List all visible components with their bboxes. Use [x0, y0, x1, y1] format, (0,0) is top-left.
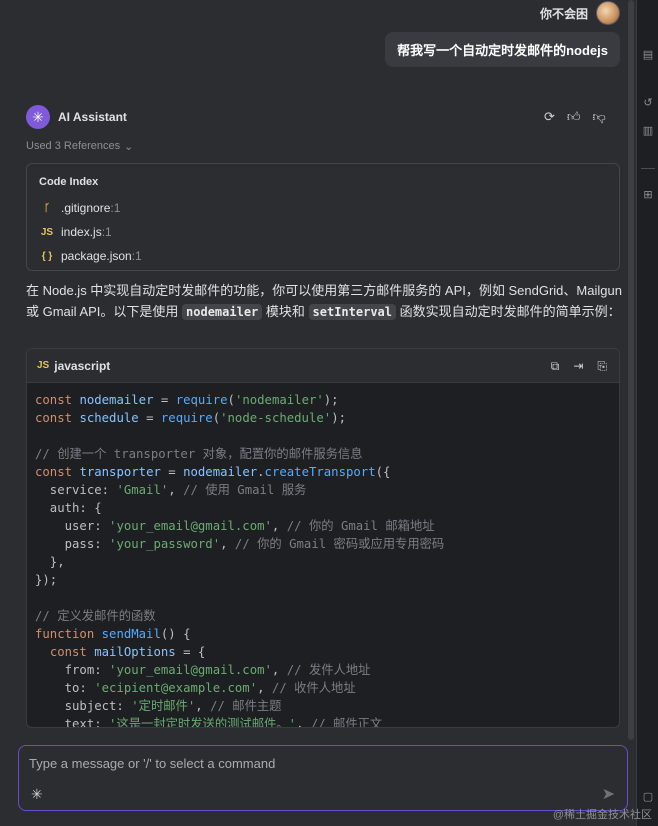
insert-icon[interactable]: ⇥: [573, 358, 583, 374]
copy-icon[interactable]: ⧉: [551, 358, 560, 374]
message-input-box[interactable]: Type a message or '/' to select a comman…: [18, 745, 628, 811]
references-toggle[interactable]: Used 3 References ⌄: [26, 139, 133, 153]
tool-window-icon[interactable]: ⊞: [641, 188, 655, 202]
send-icon[interactable]: ➤: [602, 784, 615, 804]
ai-assistant-logo-icon: ✳: [26, 105, 50, 129]
inline-code: nodemailer: [182, 304, 263, 320]
references-title: Code Index: [39, 176, 99, 188]
chat-panel: 你不会困 帮我写一个自动定时发邮件的nodejs ✳ AI Assistant …: [0, 0, 636, 826]
code-actions: ⧉ ⇥ ⎘: [551, 358, 607, 374]
reference-file-name: package.json:1: [61, 249, 142, 263]
ai-sparkle-icon[interactable]: ✳: [31, 786, 43, 803]
inline-code: setInterval: [308, 304, 396, 320]
tool-window-icon[interactable]: ▤: [641, 48, 655, 62]
message-input[interactable]: Type a message or '/' to select a comman…: [29, 756, 275, 771]
answer-paragraph: 在 Node.js 中实现自动定时发邮件的功能，你可以使用第三方邮件服务的 AP…: [26, 283, 622, 320]
chevron-down-icon: ⌄: [124, 140, 134, 153]
refresh-icon[interactable]: ⟳: [544, 109, 555, 125]
thumbs-up-icon[interactable]: 👍︎: [567, 109, 581, 125]
divider: [641, 168, 655, 169]
code-language: javascript: [54, 358, 111, 373]
user-avatar: [596, 1, 620, 25]
assistant-actions: ⟳ 👍︎ 👎︎: [544, 108, 606, 126]
watermark: @稀土掘金技术社区: [552, 809, 652, 821]
git-icon: ᚴ: [44, 202, 50, 214]
assistant-name: AI Assistant: [58, 110, 127, 124]
user-name: 你不会困: [539, 6, 588, 21]
reference-item-package-json[interactable]: { } package.json:1: [39, 248, 142, 264]
reference-file-name: index.js:1: [61, 225, 112, 239]
tool-window-icon[interactable]: ↺: [641, 96, 655, 110]
thumbs-down-icon[interactable]: 👎︎: [593, 109, 606, 125]
references-card: Code Index ᚴ .gitignore:1 JS index.js:1 …: [26, 163, 620, 271]
right-tool-strip: ▤ ↺ ▥ ⊞ ▢: [636, 0, 658, 826]
user-message: 帮我写一个自动定时发邮件的nodejs: [385, 32, 620, 67]
references-label: Used 3 References: [26, 140, 121, 152]
user-header: 你不会困: [540, 0, 620, 26]
assistant-header: ✳ AI Assistant: [26, 104, 127, 130]
js-language-icon: JS: [37, 360, 50, 371]
tool-window-icon[interactable]: ▢: [641, 790, 655, 804]
scrollbar[interactable]: [628, 0, 634, 745]
reference-item-gitignore[interactable]: ᚴ .gitignore:1: [39, 200, 120, 216]
reference-item-index-js[interactable]: JS index.js:1: [39, 224, 112, 240]
code-block-header: JS javascript ⧉ ⇥ ⎘: [27, 349, 619, 383]
scrollbar-thumb[interactable]: [628, 0, 634, 740]
tool-window-icon[interactable]: ▥: [641, 124, 655, 138]
code-block: JS javascript ⧉ ⇥ ⎘ const nodemailer = r…: [26, 348, 620, 728]
json-file-icon: { }: [41, 250, 53, 262]
code-content: const nodemailer = require('nodemailer')…: [35, 393, 445, 728]
reference-file-name: .gitignore:1: [61, 201, 121, 215]
new-file-icon[interactable]: ⎘: [597, 358, 607, 374]
js-file-icon: JS: [40, 226, 54, 238]
